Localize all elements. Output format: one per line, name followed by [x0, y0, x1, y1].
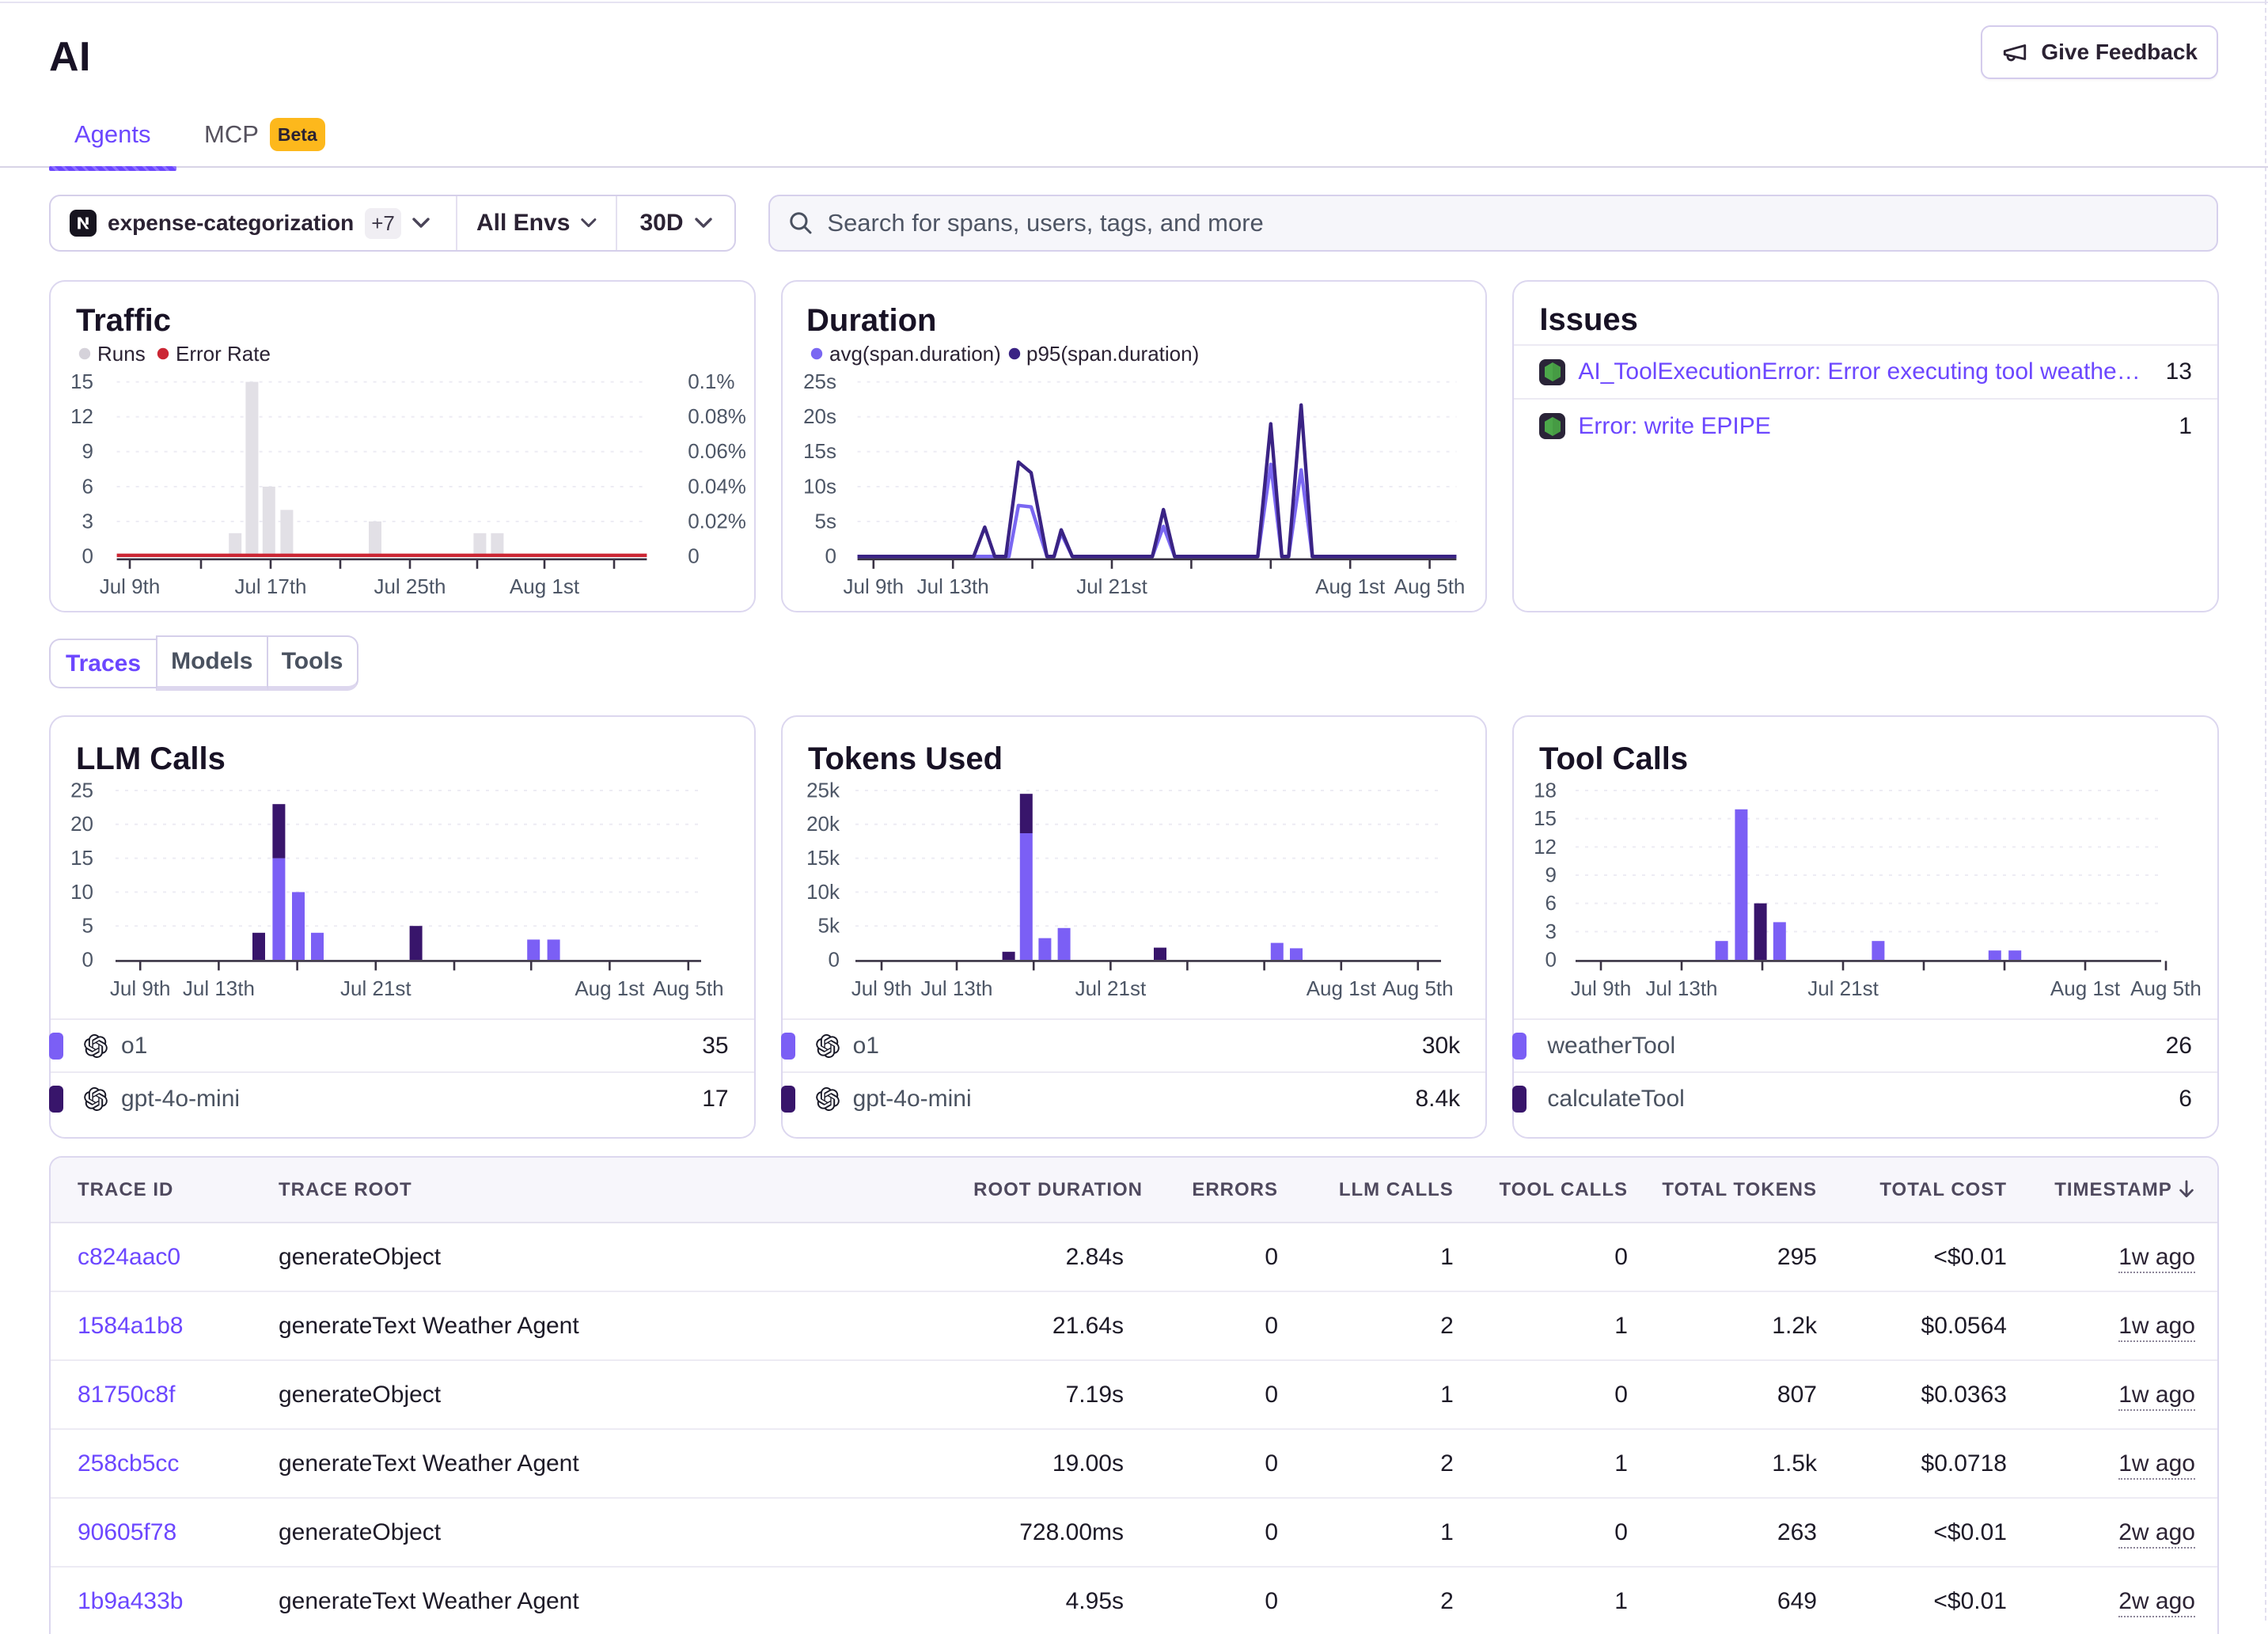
svg-text:Error Rate: Error Rate: [176, 342, 271, 366]
svg-text:9: 9: [1546, 862, 1557, 886]
svg-text:25: 25: [70, 778, 93, 802]
svg-text:0: 0: [1546, 947, 1557, 971]
svg-text:10k: 10k: [806, 880, 840, 904]
svg-text:20s: 20s: [803, 404, 836, 428]
svg-text:3: 3: [1546, 919, 1557, 943]
svg-text:Runs: Runs: [97, 342, 146, 366]
svg-text:Aug 5th: Aug 5th: [1394, 574, 1465, 598]
svg-text:Jul 25th: Jul 25th: [374, 574, 446, 598]
svg-text:5s: 5s: [814, 509, 836, 533]
svg-text:Jul 9th: Jul 9th: [843, 574, 904, 598]
svg-text:avg(span.duration): avg(span.duration): [829, 342, 1001, 366]
svg-text:Jul 21st: Jul 21st: [340, 976, 412, 1000]
svg-text:0.06%: 0.06%: [688, 439, 746, 463]
svg-text:0.1%: 0.1%: [688, 370, 734, 393]
svg-text:6: 6: [82, 474, 93, 498]
svg-text:15s: 15s: [803, 439, 836, 463]
svg-text:0.08%: 0.08%: [688, 404, 746, 428]
svg-text:20: 20: [70, 812, 93, 836]
svg-text:Jul 13th: Jul 13th: [920, 976, 992, 1000]
svg-text:0: 0: [688, 544, 699, 568]
svg-text:0: 0: [825, 544, 836, 568]
svg-text:Duration: Duration: [806, 303, 936, 338]
svg-text:0.02%: 0.02%: [688, 509, 746, 533]
svg-text:Aug 5th: Aug 5th: [1382, 976, 1454, 1000]
svg-text:5k: 5k: [817, 914, 840, 938]
svg-text:25k: 25k: [806, 778, 840, 802]
svg-text:Aug 1st: Aug 1st: [575, 976, 645, 1000]
svg-text:Jul 21st: Jul 21st: [1808, 976, 1879, 1000]
svg-text:5: 5: [82, 914, 93, 938]
svg-text:0: 0: [828, 947, 839, 971]
svg-text:Traffic: Traffic: [76, 303, 171, 338]
svg-text:Jul 21st: Jul 21st: [1076, 574, 1147, 598]
svg-text:20k: 20k: [806, 812, 840, 836]
svg-text:Jul 9th: Jul 9th: [1571, 976, 1632, 1000]
svg-text:12: 12: [70, 404, 93, 428]
svg-text:12: 12: [1534, 835, 1557, 859]
svg-text:Jul 13th: Jul 13th: [183, 976, 255, 1000]
svg-text:0: 0: [82, 544, 93, 568]
svg-text:10s: 10s: [803, 474, 836, 498]
svg-text:Jul 17th: Jul 17th: [234, 574, 306, 598]
svg-text:15: 15: [1534, 806, 1557, 830]
svg-text:Tokens Used: Tokens Used: [808, 741, 1003, 776]
svg-text:Aug 1st: Aug 1st: [1306, 976, 1376, 1000]
svg-text:p95(span.duration): p95(span.duration): [1026, 342, 1199, 366]
svg-text:Aug 1st: Aug 1st: [2050, 976, 2121, 1000]
svg-text:Aug 5th: Aug 5th: [653, 976, 724, 1000]
svg-text:25s: 25s: [803, 370, 836, 393]
svg-text:15: 15: [70, 846, 93, 870]
svg-text:Aug 5th: Aug 5th: [2131, 976, 2202, 1000]
svg-text:Aug 1st: Aug 1st: [510, 574, 580, 598]
svg-text:6: 6: [1546, 891, 1557, 915]
svg-text:Aug 1st: Aug 1st: [1315, 574, 1386, 598]
svg-text:0.04%: 0.04%: [688, 474, 746, 498]
svg-text:LLM Calls: LLM Calls: [76, 741, 226, 776]
svg-text:Tool Calls: Tool Calls: [1539, 741, 1688, 776]
svg-text:3: 3: [82, 509, 93, 533]
svg-text:0: 0: [82, 947, 93, 971]
svg-text:Jul 13th: Jul 13th: [1646, 976, 1718, 1000]
svg-text:9: 9: [82, 439, 93, 463]
svg-text:18: 18: [1534, 778, 1557, 802]
svg-text:Jul 9th: Jul 9th: [110, 976, 171, 1000]
svg-text:Jul 9th: Jul 9th: [851, 976, 912, 1000]
svg-text:15: 15: [70, 370, 93, 393]
svg-text:Jul 13th: Jul 13th: [916, 574, 988, 598]
svg-text:10: 10: [70, 880, 93, 904]
svg-text:Jul 9th: Jul 9th: [100, 574, 161, 598]
svg-text:15k: 15k: [806, 846, 840, 870]
svg-text:Jul 21st: Jul 21st: [1075, 976, 1146, 1000]
